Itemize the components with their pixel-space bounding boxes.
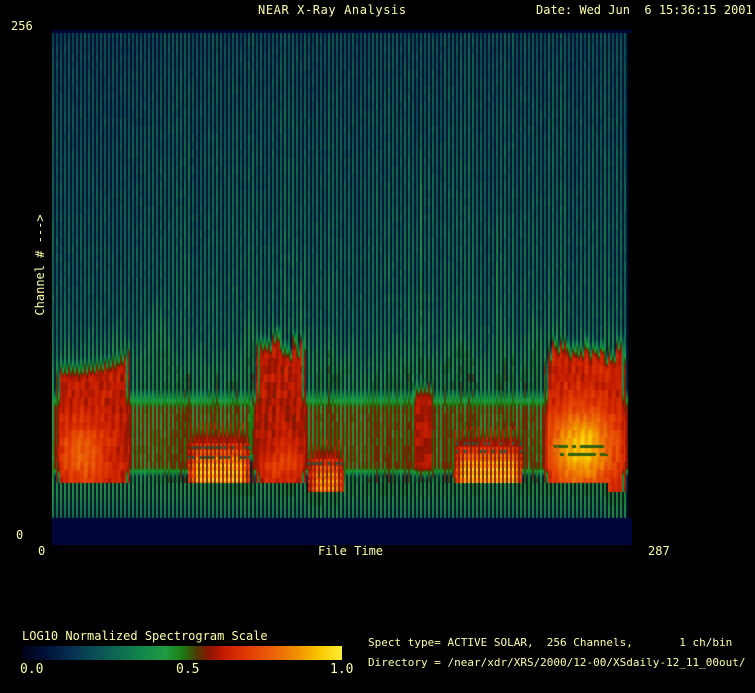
y-axis-min-label: 0 — [16, 529, 23, 542]
colorbar-title: LOG10 Normalized Spectrogram Scale — [22, 630, 268, 643]
spect-type-info: Spect type= ACTIVE SOLAR, 256 Channels, … — [368, 636, 732, 649]
x-axis-title: File Time — [318, 545, 383, 558]
near-xray-analysis-window: NEAR X-Ray Analysis Date: Wed Jun 6 15:3… — [0, 0, 755, 693]
colorbar-gradient — [22, 646, 342, 660]
spectrogram-canvas — [52, 30, 632, 545]
y-axis-max-label: 256 — [11, 20, 33, 33]
colorbar-tick-mid: 0.5 — [176, 663, 199, 676]
directory-info: Directory = /near/xdr/XRS/2000/12-00/XSd… — [368, 656, 746, 669]
colorbar-tick-high: 1.0 — [330, 663, 353, 676]
timestamp: Date: Wed Jun 6 15:36:15 2001 — [536, 4, 753, 17]
colorbar-tick-low: 0.0 — [20, 663, 43, 676]
x-axis-min-label: 0 — [38, 545, 45, 558]
y-axis-title: Channel # ---> — [33, 214, 47, 315]
x-axis-max-label: 287 — [648, 545, 670, 558]
plot-title: NEAR X-Ray Analysis — [258, 4, 407, 17]
